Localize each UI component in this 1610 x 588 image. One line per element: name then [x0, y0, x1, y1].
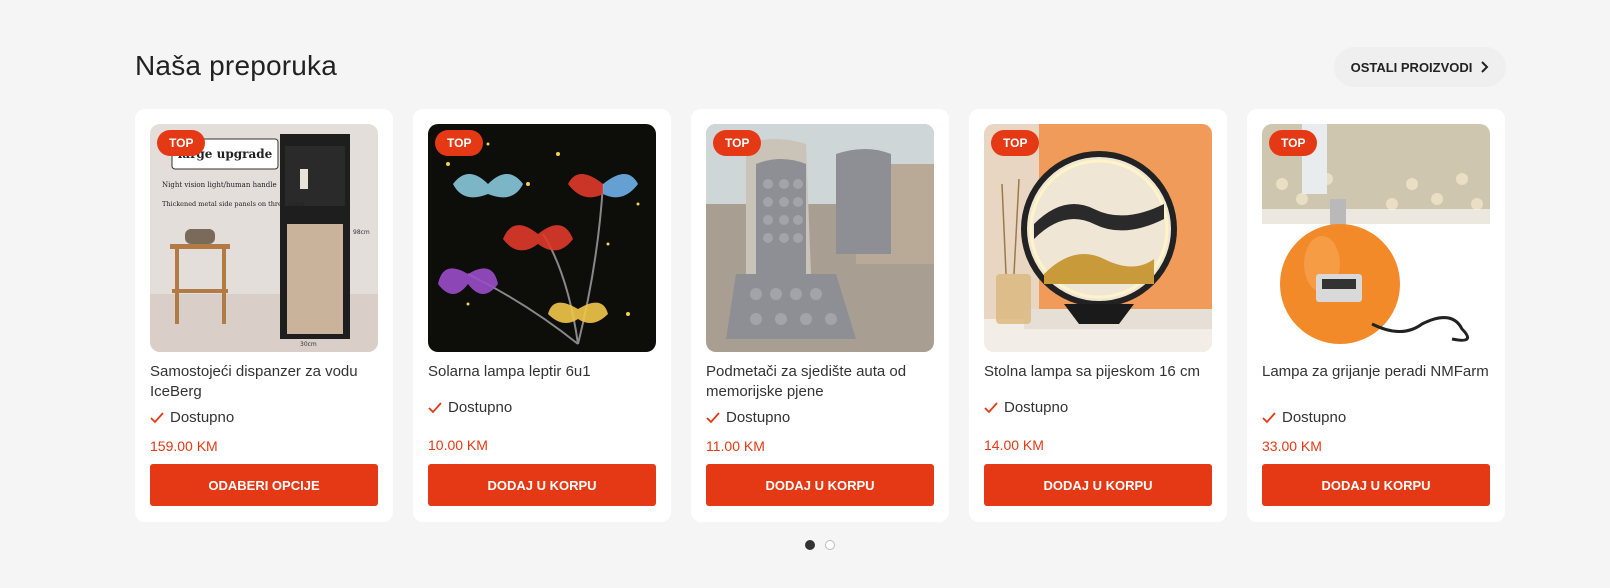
image-text-metal-panels: Thickened metal side panels on three sid… — [162, 200, 305, 208]
product-image-poultry-heat-lamp[interactable]: TOP — [1262, 124, 1490, 352]
product-card[interactable]: TOP Lampa za grijanje peradi NMFarm Dost… — [1247, 109, 1505, 522]
product-name[interactable]: Podmetači za sjedište auta od memorijske… — [706, 362, 934, 402]
other-products-label: OSTALI PROIZVODI — [1350, 59, 1473, 75]
other-products-button[interactable]: OSTALI PROIZVODI — [1334, 47, 1506, 87]
top-badge: TOP — [991, 130, 1040, 156]
stock-label: Dostupno — [726, 409, 791, 426]
product-price: 10.00 KM — [428, 437, 488, 453]
stock-status: Dostupno — [150, 409, 378, 426]
product-card[interactable]: TOP Solarna lampa leptir 6u1 Dostupno 10… — [413, 109, 671, 522]
carousel-pagination — [805, 540, 835, 550]
stock-status: Dostupno — [428, 399, 656, 416]
product-price: 14.00 KM — [984, 437, 1044, 453]
image-text-height: 98cm — [353, 229, 370, 236]
product-card[interactable]: TOP Stolna lampa sa pijeskom 16 cm Dostu… — [969, 109, 1227, 522]
stock-status: Dostupno — [984, 399, 1212, 416]
top-badge: TOP — [157, 130, 206, 156]
stock-status: Dostupno — [1262, 409, 1490, 426]
check-icon — [706, 411, 720, 423]
top-badge: TOP — [1269, 130, 1318, 156]
section-title: Naša preporuka — [135, 50, 338, 81]
product-card[interactable]: TOP Podmetači za sjedište auta od memori… — [691, 109, 949, 522]
check-icon — [150, 411, 164, 423]
top-badge: TOP — [435, 130, 484, 156]
select-options-button[interactable]: ODABERI OPCIJE — [150, 464, 378, 506]
add-to-cart-button[interactable]: DODAJ U KORPU — [1262, 464, 1490, 506]
product-image-water-dispenser[interactable]: large upgrade Night vision light/human h… — [150, 124, 378, 352]
carousel-dot-2[interactable] — [825, 540, 835, 550]
check-icon — [1262, 411, 1276, 423]
product-name[interactable]: Stolna lampa sa pijeskom 16 cm — [984, 362, 1212, 382]
image-text-night-vision: Night vision light/human handle — [162, 181, 277, 189]
image-text-width: 30cm — [300, 341, 317, 348]
chevron-right-icon — [1481, 61, 1489, 73]
product-name[interactable]: Lampa za grijanje peradi NMFarm — [1262, 362, 1490, 402]
product-name[interactable]: Solarna lampa leptir 6u1 — [428, 362, 656, 382]
product-carousel: large upgrade Night vision light/human h… — [135, 109, 1505, 522]
product-image-sand-lamp[interactable]: TOP — [984, 124, 1212, 352]
stock-status: Dostupno — [706, 409, 934, 426]
product-image-seat-cushion[interactable]: TOP — [706, 124, 934, 352]
product-image-butterfly-lamp[interactable]: TOP — [428, 124, 656, 352]
add-to-cart-button[interactable]: DODAJ U KORPU — [706, 464, 934, 506]
recommendations-section: Naša preporuka OSTALI PROIZVODI large up… — [0, 0, 1610, 588]
stock-label: Dostupno — [1004, 399, 1069, 416]
product-card[interactable]: large upgrade Night vision light/human h… — [135, 109, 393, 522]
carousel-dot-1[interactable] — [805, 540, 815, 550]
stock-label: Dostupno — [170, 409, 235, 426]
product-price: 159.00 KM — [150, 438, 218, 454]
stock-label: Dostupno — [448, 399, 513, 416]
top-badge: TOP — [713, 130, 762, 156]
product-price: 33.00 KM — [1262, 438, 1322, 454]
product-price: 11.00 KM — [706, 438, 765, 454]
add-to-cart-button[interactable]: DODAJ U KORPU — [428, 464, 656, 506]
check-icon — [428, 401, 442, 413]
check-icon — [984, 401, 998, 413]
add-to-cart-button[interactable]: DODAJ U KORPU — [984, 464, 1212, 506]
product-name[interactable]: Samostojeći dispanzer za vodu IceBerg — [150, 362, 378, 402]
stock-label: Dostupno — [1282, 409, 1347, 426]
